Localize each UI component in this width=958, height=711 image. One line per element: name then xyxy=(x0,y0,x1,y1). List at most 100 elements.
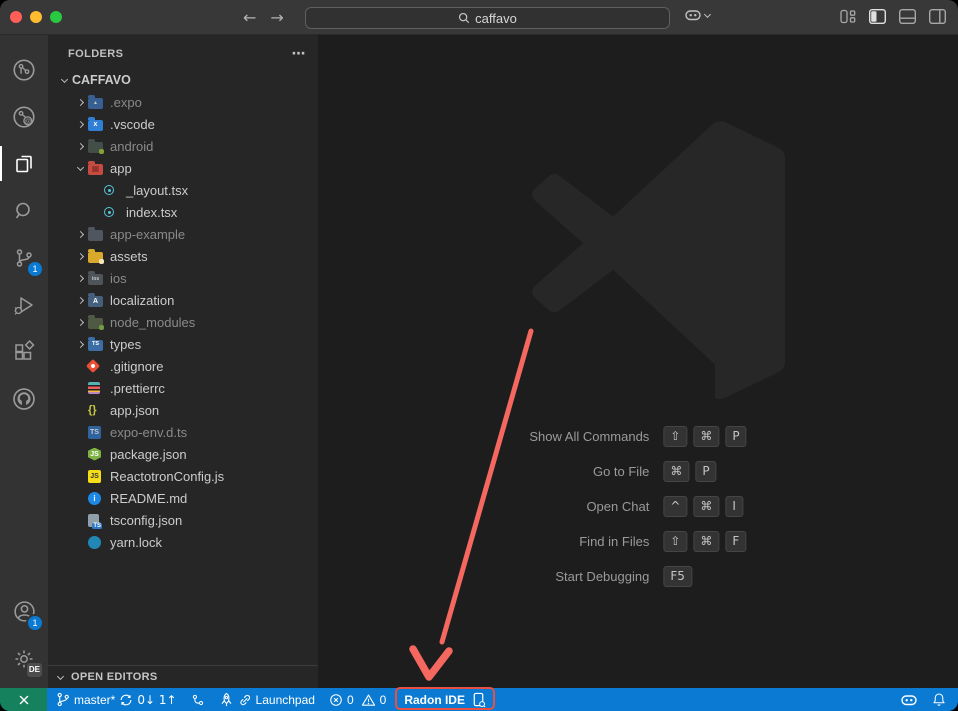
shortcut-keys: F5 xyxy=(663,566,746,587)
keycap: ⇧ xyxy=(663,426,687,447)
settings-button[interactable]: DE xyxy=(0,635,48,682)
tree-item-label: README.md xyxy=(110,491,187,506)
git-graph-item[interactable] xyxy=(184,688,212,711)
tree-item-ios[interactable]: iosios xyxy=(48,267,318,289)
shortcut-label: Start Debugging xyxy=(555,569,649,584)
command-center-search[interactable]: caffavo xyxy=(305,7,670,29)
js-icon: JS xyxy=(88,470,110,483)
keycap: P xyxy=(725,426,746,447)
accounts-button[interactable]: 1 xyxy=(0,588,48,635)
problems-item[interactable]: 0 0 xyxy=(322,688,393,711)
vscode-window: ← → caffavo @ xyxy=(0,0,958,711)
info-icon: i xyxy=(88,492,110,505)
sidebar-item-radon-circle[interactable] xyxy=(0,46,48,93)
titlebar: ← → caffavo xyxy=(0,0,958,35)
tree-item--expo[interactable]: ▲.expo xyxy=(48,91,318,113)
tree-item-app-json[interactable]: {}app.json xyxy=(48,399,318,421)
tree-item-reactotronconfig-js[interactable]: JSReactotronConfig.js xyxy=(48,465,318,487)
toggle-secondary-sidebar-icon[interactable] xyxy=(929,9,946,24)
keycap: F xyxy=(725,531,746,552)
back-icon[interactable]: ← xyxy=(243,0,256,35)
sidebar-item-run-debug[interactable] xyxy=(0,281,48,328)
tree-item-label: CAFFAVO xyxy=(72,73,131,87)
chevron-right-icon xyxy=(76,230,83,237)
warnings-count: 0 xyxy=(380,693,387,707)
folder-ios-icon: ios xyxy=(88,272,110,285)
chevron-right-icon xyxy=(76,98,83,105)
radon-ide-item[interactable]: Radon IDE xyxy=(397,688,493,711)
yarn-icon xyxy=(88,536,110,549)
shortcut-keys: ^⌘I xyxy=(663,496,746,517)
tree-item-app[interactable]: ▦app xyxy=(48,157,318,179)
chevron-right-icon xyxy=(76,318,83,325)
launchpad-item[interactable]: Launchpad xyxy=(212,688,322,711)
shortcut-keys: ⇧ ⌘ P xyxy=(663,426,746,447)
tree-item--prettierrc[interactable]: .prettierrc xyxy=(48,377,318,399)
remote-icon xyxy=(16,693,32,707)
customize-layout-icon[interactable] xyxy=(840,9,856,24)
chevron-down-icon xyxy=(76,163,83,170)
zoom-button[interactable] xyxy=(50,11,62,23)
git-branch-item[interactable]: master* 0↓ 1↑ xyxy=(49,688,184,711)
open-editors-section[interactable]: OPEN EDITORS xyxy=(48,665,318,688)
shortcut-label: Show All Commands xyxy=(529,429,649,444)
accounts-badge: 1 xyxy=(28,616,42,630)
copilot-menu[interactable] xyxy=(684,8,710,22)
tree-item-label: _layout.tsx xyxy=(126,183,188,198)
chevron-right-icon xyxy=(76,340,83,347)
chevron-right-icon xyxy=(76,120,83,127)
chevron-right-icon xyxy=(76,296,83,303)
tree-item-expo-env-d-ts[interactable]: TSexpo-env.d.ts xyxy=(48,421,318,443)
tree-item-label: app xyxy=(110,161,132,176)
toggle-panel-icon[interactable] xyxy=(899,9,916,24)
tree-item-readme-md[interactable]: iREADME.md xyxy=(48,487,318,509)
vscode-watermark-logo xyxy=(500,120,785,400)
profile-badge: DE xyxy=(27,663,42,677)
keycap: ^ xyxy=(663,496,687,517)
remote-indicator[interactable] xyxy=(0,688,47,711)
device-icon xyxy=(471,692,486,708)
warnings-icon xyxy=(361,693,376,707)
status-bar: master* 0↓ 1↑ Launchpad 0 0 Radon IDE xyxy=(0,688,958,711)
sidebar-item-github[interactable] xyxy=(0,375,48,422)
sidebar-item-radon-devices[interactable]: @ xyxy=(0,93,48,140)
tree-item-yarn-lock[interactable]: yarn.lock xyxy=(48,531,318,553)
notifications-item[interactable] xyxy=(925,688,958,711)
tree-item-app-example[interactable]: app-example xyxy=(48,223,318,245)
forward-icon[interactable]: → xyxy=(270,0,283,35)
tree-item--layout-tsx[interactable]: _layout.tsx xyxy=(48,179,318,201)
ts-icon: TS xyxy=(88,426,110,439)
sidebar-item-source-control[interactable]: 1 xyxy=(0,234,48,281)
sidebar-item-explorer[interactable] xyxy=(0,140,48,187)
more-actions-icon[interactable]: ⋯ xyxy=(292,46,306,62)
minimize-button[interactable] xyxy=(30,11,42,23)
tree-item-index-tsx[interactable]: index.tsx xyxy=(48,201,318,223)
tree-item-android[interactable]: android xyxy=(48,135,318,157)
tree-item-types[interactable]: TStypes xyxy=(48,333,318,355)
tree-item-localization[interactable]: Alocalization xyxy=(48,289,318,311)
folder-types-icon: TS xyxy=(88,338,110,351)
copilot-status-item[interactable] xyxy=(893,688,925,711)
link-icon xyxy=(238,693,252,707)
search-value: caffavo xyxy=(475,11,517,26)
search-icon xyxy=(458,12,470,24)
toggle-primary-sidebar-icon[interactable] xyxy=(869,9,886,24)
activity-bar: @ 1 1 xyxy=(0,35,48,688)
shortcut-label: Open Chat xyxy=(586,499,649,514)
sync-icon xyxy=(119,693,133,707)
tree-item-assets[interactable]: assets xyxy=(48,245,318,267)
tree-item-node-modules[interactable]: node_modules xyxy=(48,311,318,333)
tree-item-label: .gitignore xyxy=(110,359,163,374)
sidebar-item-search[interactable] xyxy=(0,187,48,234)
tree-item-label: tsconfig.json xyxy=(110,513,182,528)
launchpad-label: Launchpad xyxy=(256,693,315,707)
tree-item--vscode[interactable]: x.vscode xyxy=(48,113,318,135)
tree-item-caffavo[interactable]: CAFFAVO xyxy=(48,69,318,91)
tree-item-package-json[interactable]: JSpackage.json xyxy=(48,443,318,465)
tree-item--gitignore[interactable]: .gitignore xyxy=(48,355,318,377)
file-tree: CAFFAVO ▲.expox.vscodeandroid▦app _layout.… xyxy=(48,69,318,665)
close-button[interactable] xyxy=(10,11,22,23)
tree-item-tsconfig-json[interactable]: tsconfig.json xyxy=(48,509,318,531)
sidebar-item-extensions[interactable] xyxy=(0,328,48,375)
keycap: ⌘ xyxy=(693,426,719,447)
